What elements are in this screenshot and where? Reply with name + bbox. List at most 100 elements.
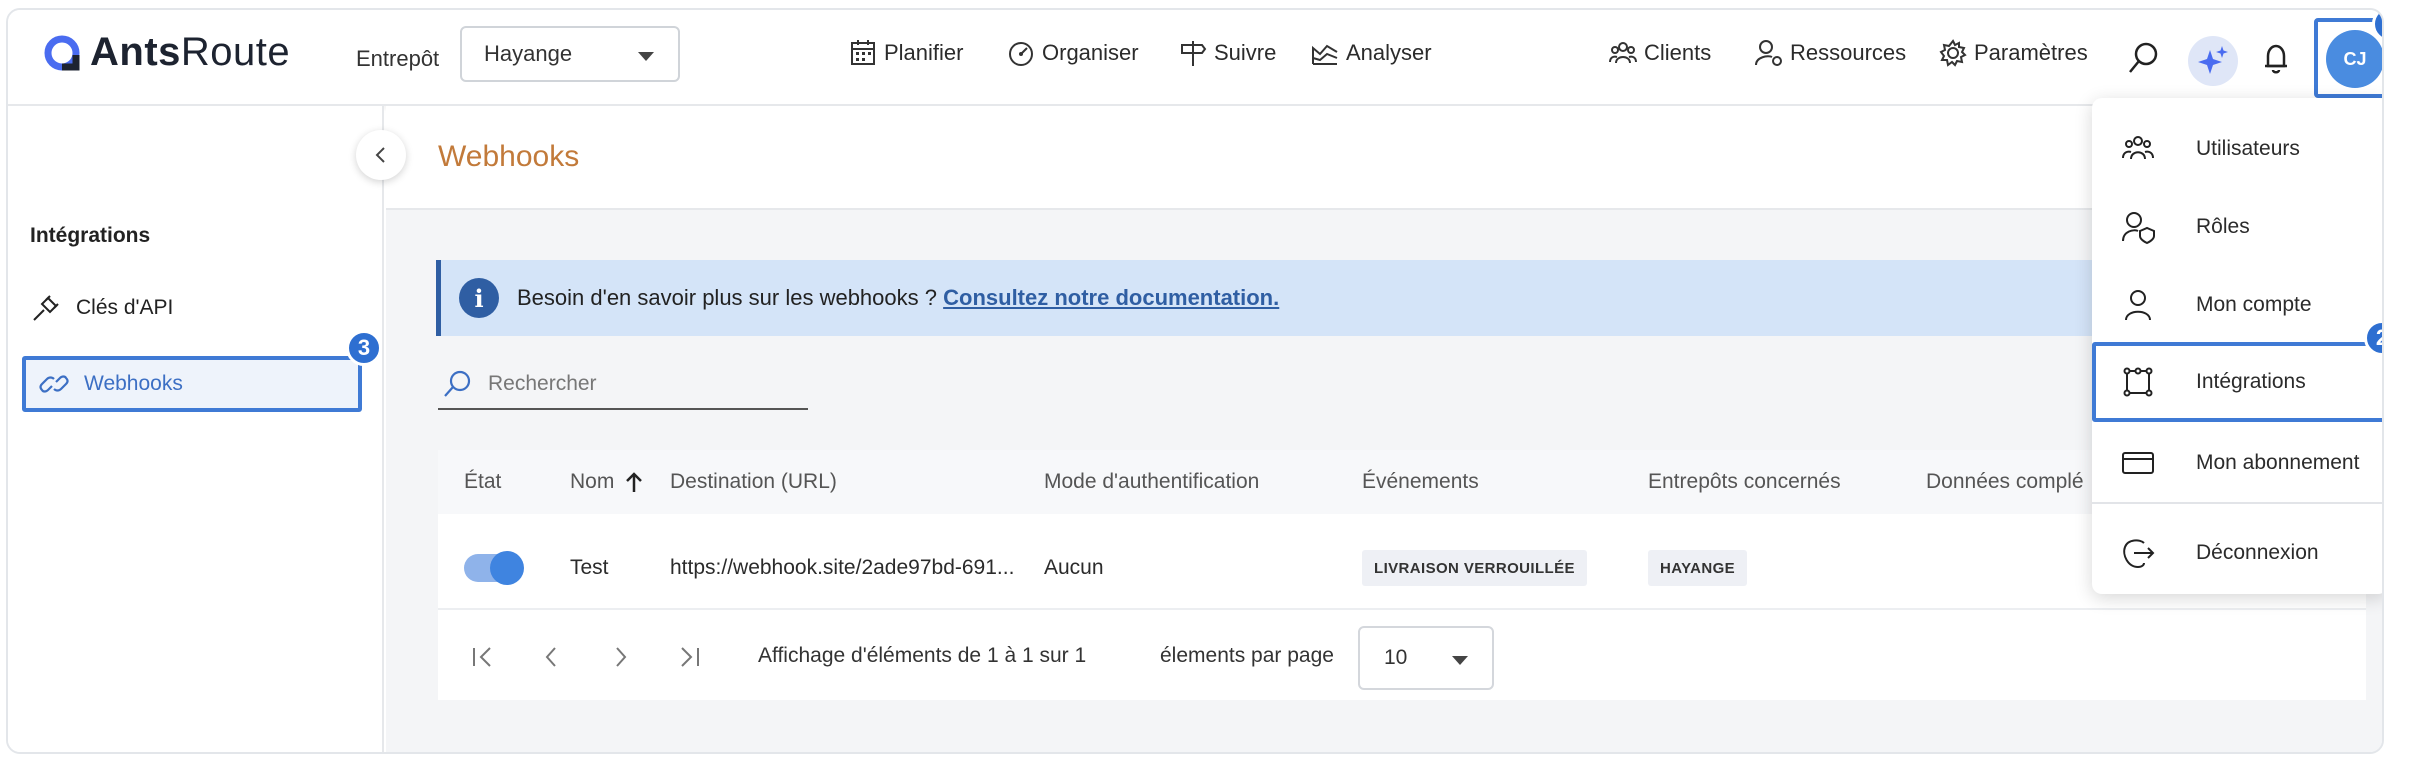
column-header-events[interactable]: Événements: [1362, 470, 1479, 494]
nav-label: Organiser: [1042, 40, 1139, 65]
enabled-toggle[interactable]: [464, 551, 524, 585]
menu-item-label: Mon compte: [2196, 293, 2312, 316]
menu-item-users[interactable]: Utilisateurs: [2092, 110, 2382, 188]
sparkle-icon: [2198, 46, 2228, 74]
sidebar-collapse-button[interactable]: [356, 130, 406, 180]
main-content: Webhooks i Besoin d'en savoir plus sur l…: [386, 106, 2382, 752]
search-icon[interactable]: [2126, 40, 2162, 76]
event-tag: LIVRAISON VERROUILLÉE: [1362, 550, 1587, 586]
per-page-label: élements par page: [1160, 644, 1334, 667]
nav-label: Suivre: [1214, 40, 1277, 65]
page-header: Webhooks: [386, 106, 2382, 210]
nav-clients[interactable]: Clients: [1608, 38, 1711, 68]
nav-ressources[interactable]: Ressources: [1754, 38, 1906, 68]
menu-item-logout[interactable]: Déconnexion: [2092, 514, 2382, 592]
roles-icon: [2122, 212, 2155, 245]
first-page-icon[interactable]: [468, 642, 498, 672]
prev-page-icon[interactable]: [536, 642, 566, 672]
sidebar-item-label: Clés d'API: [76, 296, 174, 319]
per-page-value: 10: [1384, 646, 1408, 669]
nav-suivre[interactable]: Suivre: [1178, 38, 1276, 68]
logout-icon: [2123, 539, 2155, 569]
toggle-knob: [490, 551, 524, 585]
nav-label: Ressources: [1790, 40, 1907, 65]
link-icon: [39, 375, 69, 393]
avatar[interactable]: CJ: [2326, 30, 2382, 88]
depot-select[interactable]: Hayange: [460, 26, 680, 82]
column-header-state[interactable]: État: [464, 470, 501, 494]
menu-item-label: Utilisateurs: [2196, 137, 2300, 160]
users-icon: [2122, 136, 2154, 160]
column-header-depots[interactable]: Entrepôts concernés: [1648, 470, 1841, 494]
menu-item-integrations[interactable]: Intégrations: [2092, 342, 2382, 422]
sidebar: Intégrations Clés d'API Webhooks: [8, 106, 384, 752]
chevron-left-icon: [375, 147, 385, 163]
webhook-auth: Aucun: [1044, 556, 1104, 579]
sort-up-icon: [626, 472, 643, 492]
webhooks-table: État Nom Destination (URL) Mode d'authen…: [438, 450, 2366, 700]
menu-item-label: Intégrations: [2196, 370, 2306, 393]
ai-assistant-button[interactable]: [2188, 36, 2238, 86]
depot-tag: HAYANGE: [1648, 550, 1748, 586]
webhook-name: Test: [570, 556, 609, 579]
app-window: AntsRoute Entrepôt Hayange Planifier Org…: [6, 8, 2384, 754]
page-title: Webhooks: [438, 140, 580, 173]
pagination: Affichage d'éléments de 1 à 1 sur 1 élem…: [438, 614, 2366, 700]
search-input[interactable]: [488, 372, 788, 396]
account-menu: Utilisateurs Rôles Mon compte Intégratio…: [2092, 98, 2382, 594]
menu-item-subscription[interactable]: Mon abonnement: [2092, 424, 2382, 502]
depot-select-value: Hayange: [484, 41, 573, 66]
gauge-icon: [1009, 42, 1033, 66]
step-badge-3: 3: [346, 330, 382, 366]
table-header: État Nom Destination (URL) Mode d'authen…: [438, 450, 2366, 514]
pagination-summary: Affichage d'éléments de 1 à 1 sur 1: [758, 644, 1087, 667]
menu-item-roles[interactable]: Rôles: [2092, 188, 2382, 266]
gear-icon: [1939, 39, 1967, 67]
brand-logo[interactable]: AntsRoute: [42, 30, 290, 75]
signpost-icon: [1181, 41, 1207, 66]
nav-label: Analyser: [1346, 40, 1432, 65]
info-banner: i Besoin d'en savoir plus sur les webhoo…: [436, 260, 2296, 336]
menu-divider: [2092, 502, 2382, 504]
chevron-down-icon: [1452, 656, 1468, 665]
top-header: AntsRoute Entrepôt Hayange Planifier Org…: [8, 10, 2382, 106]
ants-logo-icon: [44, 35, 80, 70]
sidebar-item-api-keys[interactable]: Clés d'API: [30, 292, 173, 324]
search-field[interactable]: [438, 360, 808, 410]
menu-item-label: Rôles: [2196, 215, 2250, 238]
calendar-icon: [851, 40, 875, 65]
column-header-data[interactable]: Données complé: [1926, 470, 2084, 494]
nav-label: Paramètres: [1974, 40, 2088, 65]
search-icon: [444, 370, 471, 397]
chevron-down-icon: [638, 52, 654, 61]
menu-item-label: Mon abonnement: [2196, 451, 2360, 474]
plug-icon: [33, 295, 59, 321]
nav-analyser[interactable]: Analyser: [1310, 38, 1432, 68]
last-page-icon[interactable]: [674, 642, 704, 672]
nav-planifier[interactable]: Planifier: [848, 38, 963, 68]
menu-item-account[interactable]: Mon compte: [2092, 266, 2382, 344]
brand-name: AntsRoute: [90, 30, 291, 74]
bell-icon[interactable]: [2258, 40, 2294, 76]
webhook-url: https://webhook.site/2ade97bd-691...: [670, 556, 1015, 579]
nav-parametres[interactable]: Paramètres: [1938, 38, 2088, 68]
column-header-auth[interactable]: Mode d'authentification: [1044, 470, 1259, 494]
column-header-destination[interactable]: Destination (URL): [670, 470, 837, 494]
next-page-icon[interactable]: [606, 642, 636, 672]
nav-organiser[interactable]: Organiser: [1006, 38, 1139, 68]
table-row[interactable]: Test https://webhook.site/2ade97bd-691..…: [438, 530, 2366, 610]
clients-icon: [1609, 42, 1637, 64]
integrations-icon: [2123, 367, 2153, 397]
chart-icon: [1312, 44, 1338, 65]
per-page-select[interactable]: 10: [1358, 626, 1494, 690]
sidebar-item-webhooks[interactable]: Webhooks: [22, 356, 362, 412]
documentation-link[interactable]: Consultez notre documentation.: [943, 285, 1279, 310]
column-header-name[interactable]: Nom: [570, 470, 644, 494]
menu-item-label: Déconnexion: [2196, 541, 2319, 564]
info-icon: i: [459, 278, 499, 318]
nav-label: Planifier: [884, 40, 964, 65]
sidebar-section-title: Intégrations: [30, 224, 151, 247]
resources-icon: [1755, 40, 1782, 66]
account-icon: [2125, 290, 2151, 321]
card-icon: [2122, 452, 2154, 474]
